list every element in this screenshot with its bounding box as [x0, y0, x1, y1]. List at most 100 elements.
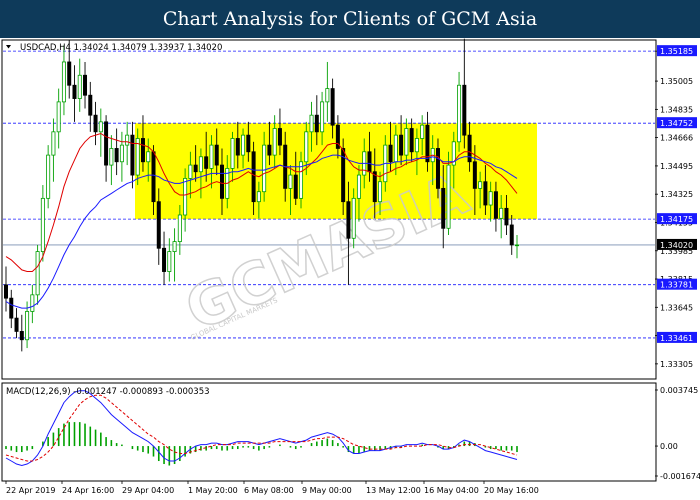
candle-body — [130, 134, 135, 176]
macd-label: MACD(12,26,9) -0.001247 -0.000893 -0.000… — [6, 387, 210, 397]
candle-body — [388, 144, 393, 163]
candle-body — [346, 201, 351, 239]
price-tick-label: 1.33305 — [660, 360, 693, 369]
candle-body — [183, 177, 188, 216]
candle-body — [230, 138, 235, 169]
candle-body — [399, 134, 404, 156]
candle-body — [188, 164, 193, 179]
level-tag-label: 1.35185 — [660, 47, 693, 56]
candle-body — [204, 156, 209, 169]
candle-body — [241, 134, 246, 156]
time-tick-label: 20 May 16:00 — [484, 486, 539, 495]
time-tick-label: 16 May 04:00 — [424, 486, 479, 495]
macd-tick-label: -0.001674 — [660, 472, 700, 481]
candle-body — [67, 61, 72, 86]
candle-body — [77, 74, 82, 99]
candle-body — [109, 148, 114, 166]
candle-body — [246, 134, 251, 153]
candle-body — [193, 164, 198, 173]
candle-body — [446, 164, 451, 229]
candle-body — [72, 84, 77, 99]
candle-body — [304, 131, 309, 163]
candle-body — [251, 151, 256, 203]
candle-body — [435, 148, 440, 189]
candle-body — [372, 171, 377, 203]
candle-body — [198, 156, 203, 173]
time-tick-label: 24 Apr 16:00 — [62, 486, 114, 495]
candle-body — [35, 251, 40, 296]
page-title: Chart Analysis for Clients of GCM Asia — [0, 0, 700, 38]
candle-body — [288, 174, 293, 189]
candle-body — [293, 174, 298, 199]
candle-body — [256, 191, 261, 203]
candle-body — [404, 128, 409, 156]
time-axis: 22 Apr 2019 24 Apr 16:00 29 Apr 04:00 1 May… — [5, 481, 539, 495]
candle-body — [414, 138, 419, 153]
candle-body — [483, 181, 488, 206]
candle-body — [4, 284, 9, 299]
candle-body — [493, 191, 498, 219]
candle-body — [467, 134, 472, 163]
candle-body — [309, 114, 314, 133]
candle-body — [40, 197, 45, 252]
candle-body — [14, 317, 19, 332]
candle-body — [167, 251, 172, 272]
candle-body — [140, 138, 145, 163]
candle-body — [214, 144, 219, 166]
macd-tick-label: 0.00 — [660, 442, 678, 451]
candle-body — [420, 124, 425, 139]
candle-body — [235, 138, 240, 156]
candle-body — [488, 191, 493, 206]
candle-body — [172, 241, 177, 252]
level-tag-label: 1.33461 — [660, 334, 693, 343]
time-tick-label: 22 Apr 2019 — [6, 486, 55, 495]
candle-body — [472, 161, 477, 189]
candle-body — [151, 151, 156, 203]
candle-body — [46, 154, 51, 199]
candle-body — [504, 207, 509, 226]
time-tick-label: 1 May 20:00 — [188, 486, 238, 495]
candle-body — [156, 201, 161, 249]
candle-body — [509, 224, 514, 246]
macd-axis: 0.003745 0.00 -0.001674 — [655, 386, 700, 481]
candle-body — [104, 121, 109, 166]
candle-body — [277, 128, 282, 146]
candle-body — [356, 174, 361, 199]
candle-body — [314, 114, 319, 133]
candle-body — [272, 128, 277, 156]
candle-body — [209, 144, 214, 169]
time-tick-label: 9 May 00:00 — [302, 486, 352, 495]
price-tick-label: 1.34325 — [660, 190, 693, 199]
time-tick-label: 13 May 12:00 — [366, 486, 421, 495]
candle-body — [367, 151, 372, 173]
price-tick-label: 1.33645 — [660, 303, 693, 312]
candle-body — [457, 84, 462, 143]
candle-body — [119, 144, 124, 163]
candle-body — [114, 148, 119, 163]
candle-body — [162, 247, 167, 272]
candle-body — [177, 214, 182, 243]
price-tick-label: 1.34666 — [660, 133, 693, 142]
macd-panel — [1, 382, 657, 482]
candle-body — [83, 74, 88, 96]
price-axis: 1.35185 1.35005 1.34835 1.34666 1.34495 1.343… — [655, 45, 697, 369]
price-tick-label: 1.35005 — [660, 77, 693, 86]
candle-body — [93, 114, 98, 133]
symbol-info: USDCAD,H4 1.34024 1.34079 1.33937 1.3402… — [20, 43, 222, 53]
candle-body — [30, 294, 35, 312]
level-tag-label: 1.34175 — [660, 215, 693, 224]
candle-body — [320, 101, 325, 133]
candle-body — [393, 134, 398, 163]
candle-body — [441, 187, 446, 229]
price-chart: GCMASIA GLOBAL CAPITAL MARKETS USDCAD,H4… — [1, 38, 700, 495]
candle-body — [462, 84, 467, 136]
candle-body — [51, 131, 56, 156]
price-tick-label: 1.34835 — [660, 105, 693, 114]
candle-body — [25, 311, 30, 341]
candle-body — [9, 297, 14, 319]
time-tick-label: 29 Apr 04:00 — [122, 486, 174, 495]
candle-body — [61, 61, 66, 103]
candle-body — [267, 144, 272, 156]
candle-body — [19, 331, 24, 341]
candle-body — [98, 121, 103, 133]
